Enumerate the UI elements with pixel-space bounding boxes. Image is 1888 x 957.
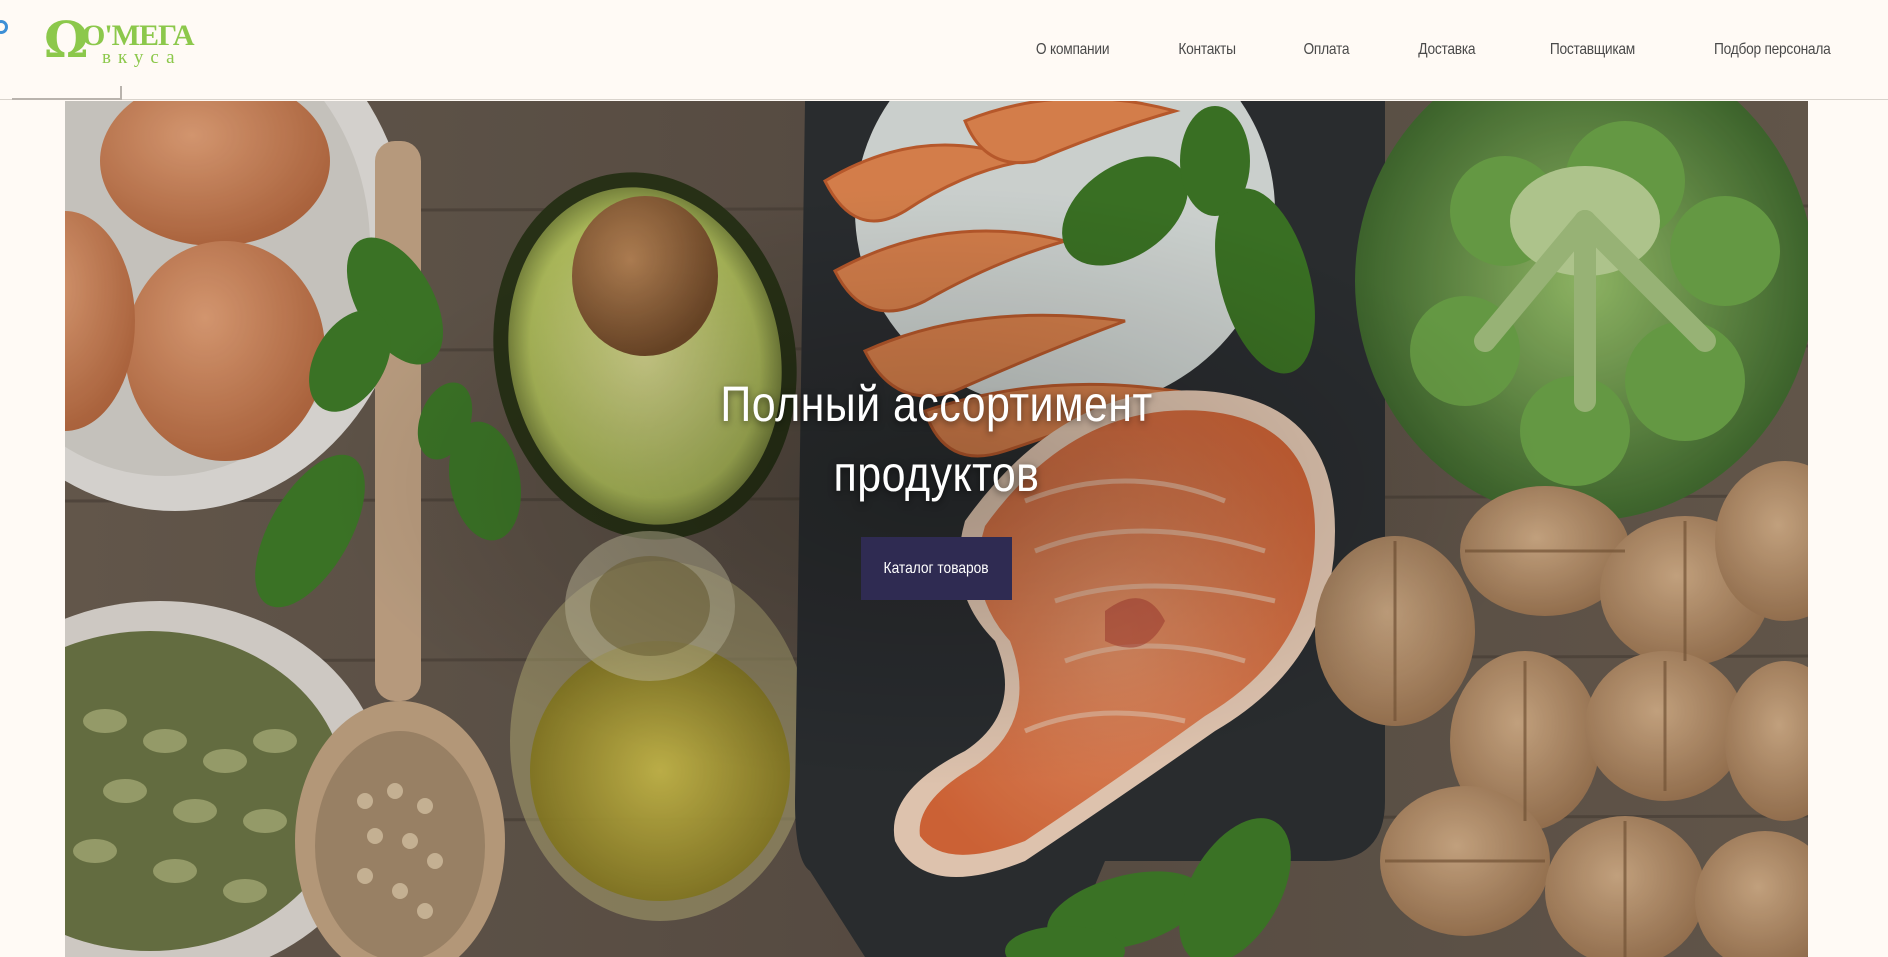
nav-item-delivery[interactable]: Доставка — [1418, 41, 1475, 59]
main-nav: О компании Контакты Оплата Доставка Пост… — [964, 0, 1830, 100]
hero-banner: Полный ассортимент продуктов Каталог тов… — [65, 101, 1808, 957]
site-header: Ω O'МЕГА вкуса О компании Контакты Оплат… — [0, 0, 1888, 100]
circle-edge-icon — [0, 20, 8, 34]
nav-item-contacts[interactable]: Контакты — [1179, 41, 1237, 59]
logo[interactable]: Ω O'МЕГА вкуса — [44, 10, 216, 70]
hero-title-line-1: Полный ассортимент — [720, 376, 1153, 432]
nav-item-suppliers[interactable]: Поставщикам — [1549, 41, 1634, 59]
hero-overlay — [65, 101, 1808, 957]
catalog-button-label: Каталог товаров — [883, 559, 990, 577]
hero-title-line-2: продуктов — [833, 446, 1040, 502]
logo-underline-divider — [12, 86, 122, 100]
nav-item-payment[interactable]: Оплата — [1303, 41, 1349, 59]
nav-item-careers[interactable]: Подбор персонала — [1713, 41, 1830, 59]
logo-subtitle: вкуса — [102, 47, 182, 68]
hero-title: Полный ассортимент продуктов — [187, 369, 1686, 509]
nav-item-about[interactable]: О компании — [1036, 41, 1110, 59]
catalog-button[interactable]: Каталог товаров — [861, 537, 1012, 600]
